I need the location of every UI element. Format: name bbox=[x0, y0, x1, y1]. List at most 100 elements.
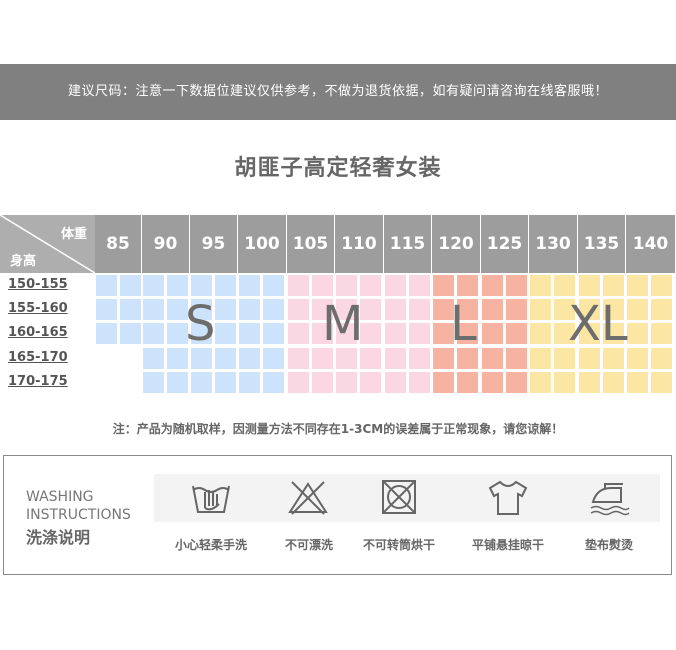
weight-header-115: 115 bbox=[384, 215, 431, 273]
size-square-l bbox=[457, 372, 478, 393]
size-square-s bbox=[191, 275, 212, 296]
size-square-s bbox=[215, 275, 236, 296]
height-row-label: 150-155 bbox=[8, 277, 68, 292]
size-square-l bbox=[433, 275, 454, 296]
weight-header-130: 130 bbox=[529, 215, 577, 273]
table-corner-header: 体重 身高 bbox=[0, 215, 95, 273]
size-square-xl bbox=[651, 323, 672, 344]
size-square-s bbox=[96, 299, 117, 320]
washing-title-en: WASHING INSTRUCTIONS bbox=[26, 488, 131, 524]
size-square-xl bbox=[651, 299, 672, 320]
weight-header-90: 90 bbox=[142, 215, 189, 273]
size-square-xl bbox=[627, 372, 648, 393]
care-label-hang-dry: 平铺悬挂晾干 bbox=[471, 538, 544, 552]
size-square-m bbox=[288, 348, 309, 369]
size-square-l bbox=[482, 299, 503, 320]
weight-header-140: 140 bbox=[626, 215, 675, 273]
size-square-l bbox=[457, 275, 478, 296]
size-square-s bbox=[143, 348, 164, 369]
size-square-l bbox=[506, 299, 527, 320]
height-row-label: 160-165 bbox=[8, 325, 68, 340]
size-square-m bbox=[288, 323, 309, 344]
size-square-s bbox=[263, 323, 284, 344]
size-square-s bbox=[215, 348, 236, 369]
care-label-no-tumble-dry: 不可转筒烘干 bbox=[362, 538, 435, 552]
size-square-s bbox=[239, 299, 260, 320]
size-square-xl bbox=[603, 372, 624, 393]
size-advice-banner: 建议尺码：注意一下数据位建议仅供参考，不做为退货依据，如有疑问请咨询在线客服哦！ bbox=[0, 64, 676, 120]
weight-header-120: 120 bbox=[432, 215, 480, 273]
size-square-m bbox=[312, 372, 333, 393]
size-square-s bbox=[263, 299, 284, 320]
size-square-m bbox=[409, 323, 430, 344]
size-square-m bbox=[360, 372, 381, 393]
size-square-m bbox=[385, 323, 406, 344]
weight-header-110: 110 bbox=[335, 215, 383, 273]
size-square-s bbox=[215, 372, 236, 393]
size-label-xl: XL bbox=[568, 296, 628, 352]
size-square-l bbox=[482, 275, 503, 296]
care-label-hand-wash: 小心轻柔手洗 bbox=[174, 538, 247, 552]
size-square-xl bbox=[530, 372, 551, 393]
size-square-m bbox=[409, 299, 430, 320]
size-square-xl bbox=[579, 372, 600, 393]
size-square-l bbox=[482, 348, 503, 369]
page-title: 胡匪子高定轻奢女装 bbox=[234, 156, 442, 181]
size-square-l bbox=[482, 372, 503, 393]
washing-title-en-line2: INSTRUCTIONS bbox=[26, 507, 131, 523]
size-square-m bbox=[312, 275, 333, 296]
size-square-s bbox=[143, 299, 164, 320]
size-square-s bbox=[143, 372, 164, 393]
size-square-l bbox=[506, 372, 527, 393]
size-square-s bbox=[263, 275, 284, 296]
weight-header-95: 95 bbox=[190, 215, 237, 273]
size-square-xl bbox=[651, 348, 672, 369]
size-square-s bbox=[239, 348, 260, 369]
size-square-s bbox=[167, 372, 188, 393]
size-square-s bbox=[263, 348, 284, 369]
weight-header-135: 135 bbox=[578, 215, 625, 273]
washing-title-en-line1: WASHING bbox=[26, 489, 94, 505]
no-tumble-dry-icon bbox=[382, 480, 416, 514]
weight-header-105: 105 bbox=[287, 215, 334, 273]
size-square-m bbox=[360, 275, 381, 296]
size-square-s bbox=[167, 275, 188, 296]
size-square-s bbox=[143, 275, 164, 296]
washing-title-cn: 洗涤说明 bbox=[26, 528, 91, 547]
size-square-s bbox=[239, 275, 260, 296]
size-square-m bbox=[288, 299, 309, 320]
size-label-s: S bbox=[185, 296, 216, 352]
size-square-l bbox=[506, 275, 527, 296]
size-square-s bbox=[239, 372, 260, 393]
size-square-xl bbox=[530, 299, 551, 320]
size-square-s bbox=[215, 299, 236, 320]
size-square-xl bbox=[627, 323, 648, 344]
size-square-s bbox=[96, 323, 117, 344]
size-square-l bbox=[506, 323, 527, 344]
measurement-note: 注：产品为随机取样，因测量方法不同存在1-3CM的误差属于正常现象，请您谅解！ bbox=[112, 422, 564, 436]
size-square-m bbox=[385, 348, 406, 369]
size-square-xl bbox=[627, 348, 648, 369]
size-square-xl bbox=[603, 275, 624, 296]
no-bleach-icon bbox=[288, 481, 328, 515]
size-square-s bbox=[96, 275, 117, 296]
height-row-label: 170-175 bbox=[8, 374, 68, 389]
size-square-m bbox=[409, 275, 430, 296]
size-square-xl bbox=[530, 275, 551, 296]
size-square-l bbox=[482, 323, 503, 344]
size-square-s bbox=[120, 323, 141, 344]
size-square-xl bbox=[579, 275, 600, 296]
size-square-m bbox=[409, 372, 430, 393]
size-square-xl bbox=[530, 348, 551, 369]
size-square-s bbox=[263, 372, 284, 393]
hand-wash-icon bbox=[192, 485, 230, 513]
size-square-m bbox=[385, 372, 406, 393]
size-square-xl bbox=[530, 323, 551, 344]
size-square-l bbox=[433, 372, 454, 393]
size-chart: 体重 身高 85 90 95 100 105 110 115 120 125 130 135 140 … bbox=[0, 215, 676, 399]
size-label-m: M bbox=[322, 296, 364, 352]
size-square-xl bbox=[627, 299, 648, 320]
care-label-iron: 垫布熨烫 bbox=[584, 538, 633, 552]
height-row-label: 165-170 bbox=[8, 350, 68, 365]
size-square-s bbox=[215, 323, 236, 344]
